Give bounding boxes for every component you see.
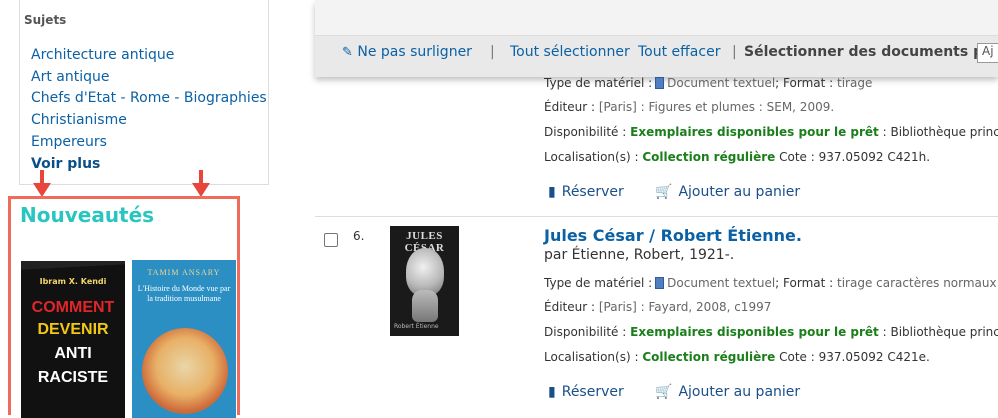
facet-item[interactable]: Empereurs — [31, 132, 267, 154]
bookmark-icon: ▮ — [548, 384, 556, 400]
bookmark-icon: ▮ — [548, 184, 556, 200]
cart-icon: 🛒 — [655, 384, 673, 400]
add-to-cart-button[interactable]: 🛒 Ajouter au panier — [655, 384, 800, 400]
facet-item[interactable]: Art antique — [31, 67, 267, 89]
material-type: Type de matériel : Document textuel; Form… — [544, 76, 873, 90]
reserve-button[interactable]: ▮ Réserver — [548, 384, 624, 400]
new-arrivals-title: Nouveautés — [20, 203, 155, 227]
availability: Disponibilité : Exemplaires disponibles … — [544, 325, 998, 339]
show-more-link[interactable]: Voir plus — [31, 154, 267, 176]
pencil-icon: ✎ — [342, 45, 353, 60]
facet-heading: Sujets — [24, 13, 67, 27]
select-for-label: Sélectionner des documents pour : — [744, 44, 998, 60]
select-all-link[interactable]: Tout sélectionner — [510, 44, 630, 60]
cover-illustration — [142, 328, 228, 414]
subjects-facet: Sujets Architecture antique Art antique … — [19, 0, 269, 185]
no-highlight-link[interactable]: ✎ Ne pas surligner — [342, 44, 472, 60]
clear-all-link[interactable]: Tout effacer — [638, 44, 720, 60]
book-thumbnail[interactable]: JULES CÉSAR Robert Étienne — [390, 226, 459, 336]
material-type: Type de matériel : Document textuel; Form… — [544, 276, 998, 290]
book-cover[interactable]: Ibram X. Kendi COMMENT DEVENIR ANTI RACI… — [21, 261, 125, 418]
result-author: par Étienne, Robert, 1921-. — [544, 247, 735, 263]
cart-icon: 🛒 — [655, 184, 673, 200]
result-number: 6. — [353, 229, 365, 243]
document-icon — [655, 277, 665, 289]
availability: Disponibilité : Exemplaires disponibles … — [544, 125, 998, 139]
result-title-link[interactable]: Jules César / Robert Étienne. — [544, 226, 802, 245]
facet-item[interactable]: Chefs d'Etat - Rome - Biographies — [31, 88, 267, 110]
action-select[interactable]: Aj — [977, 43, 998, 63]
location: Localisation(s) : Collection régulière C… — [544, 150, 931, 164]
separator: | — [732, 44, 737, 60]
facet-item[interactable]: Architecture antique — [31, 45, 267, 67]
new-arrivals-box: Nouveautés Ibram X. Kendi COMMENT DEVENI… — [8, 196, 240, 418]
result-divider — [315, 216, 998, 217]
separator: | — [490, 44, 495, 60]
result-checkbox[interactable] — [324, 233, 338, 247]
reserve-button[interactable]: ▮ Réserver — [548, 184, 624, 200]
facet-item[interactable]: Christianisme — [31, 110, 267, 132]
book-cover[interactable]: TAMIM ANSARY L'Histoire du Monde vue par… — [132, 260, 236, 418]
results-toolbar — [315, 0, 998, 77]
publisher: Éditeur : [Paris] : Fayard, 2008, c1997 — [544, 300, 772, 314]
document-icon — [655, 77, 665, 89]
location: Localisation(s) : Collection régulière C… — [544, 350, 930, 364]
add-to-cart-button[interactable]: 🛒 Ajouter au panier — [655, 184, 800, 200]
publisher: Éditeur : [Paris] : Figures et plumes : … — [544, 100, 835, 114]
facet-list: Architecture antique Art antique Chefs d… — [31, 45, 267, 175]
